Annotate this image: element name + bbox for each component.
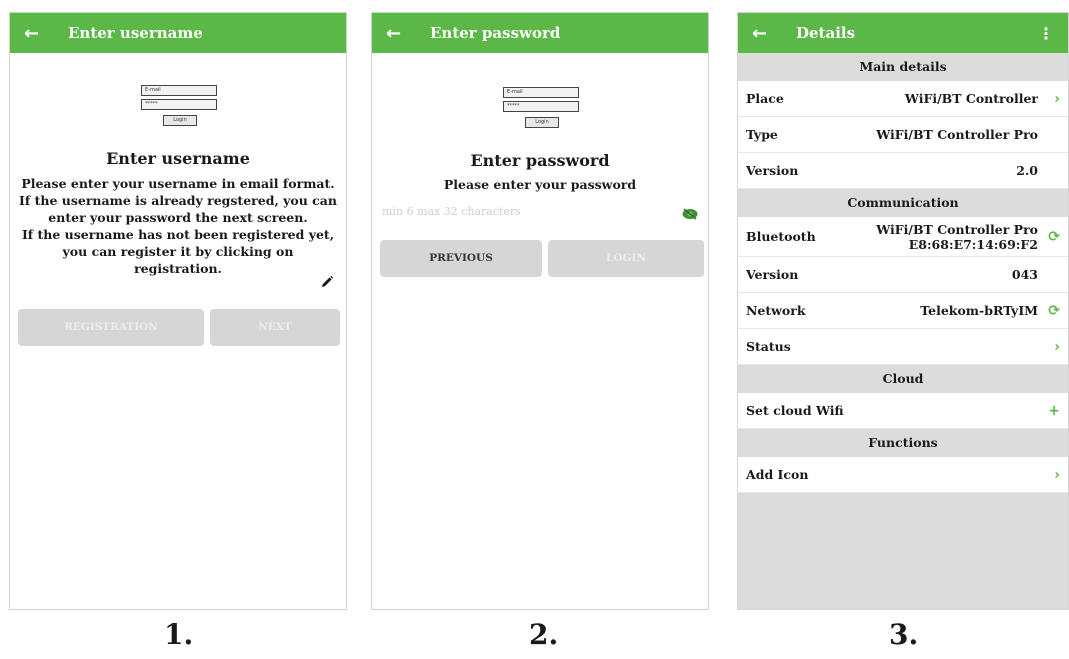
instructions-text: Please enter your username in email form… <box>18 175 338 277</box>
caption-2: 2. <box>529 618 559 651</box>
bluetooth-device-name: WiFi/BT Controller Pro <box>876 221 1038 237</box>
row-label: Version <box>746 267 799 282</box>
app-bar: ← Enter username <box>10 13 346 53</box>
caption-3: 3. <box>889 618 919 651</box>
row-label: Network <box>746 303 806 318</box>
instruction-line: Please enter your username in email form… <box>21 176 335 191</box>
arrow-left-icon[interactable]: ← <box>752 23 796 44</box>
password-field[interactable]: min 6 max 32 characters <box>382 205 682 225</box>
illustration-login-button: Login <box>163 115 197 126</box>
chevron-right-icon[interactable]: › <box>1038 467 1060 483</box>
chevron-right-icon[interactable]: › <box>1038 339 1060 355</box>
registration-button[interactable]: REGISTRATION <box>18 309 204 346</box>
login-illustration: E-mail ***** Login <box>501 87 581 131</box>
screen-details: ← Details ⋮ Main details Place WiFi/BT C… <box>737 12 1069 610</box>
previous-button[interactable]: PREVIOUS <box>380 240 542 277</box>
row-place[interactable]: Place WiFi/BT Controller › <box>738 81 1068 117</box>
app-bar: ← Enter password <box>372 13 708 53</box>
row-label: Version <box>746 163 799 178</box>
chevron-right-icon[interactable]: › <box>1038 91 1060 107</box>
caption-1: 1. <box>164 618 194 651</box>
section-header-functions: Functions <box>738 429 1068 457</box>
pencil-icon[interactable] <box>320 275 334 289</box>
row-network: Network Telekom-bRTyIM ⟳ <box>738 293 1068 329</box>
row-value: WiFi/BT Controller Pro E8:68:E7:14:69:F2 <box>876 222 1038 252</box>
login-button[interactable]: LOGIN <box>548 240 704 277</box>
refresh-icon[interactable]: ⟳ <box>1038 303 1060 319</box>
row-status[interactable]: Status › <box>738 329 1068 365</box>
row-bt-version: Version 043 <box>738 257 1068 293</box>
instruction-line: If the username has not been registered … <box>21 227 335 242</box>
login-illustration: E-mail ***** Login <box>139 85 219 129</box>
row-type: Type WiFi/BT Controller Pro <box>738 117 1068 153</box>
row-value: WiFi/BT Controller Pro <box>876 127 1038 142</box>
app-bar: ← Details ⋮ <box>738 13 1068 53</box>
section-header-main: Main details <box>738 53 1068 81</box>
illustration-email-field: E-mail <box>141 85 217 96</box>
row-label: Type <box>746 127 778 142</box>
illustration-login-button: Login <box>525 117 559 128</box>
row-value: WiFi/BT Controller <box>904 91 1038 106</box>
illustration-password-field: ***** <box>503 101 579 112</box>
row-label: Set cloud Wifi <box>746 403 844 418</box>
instruction-line: If the username is already regstered, yo… <box>19 193 337 208</box>
instruction-line: enter your password the next screen. <box>48 210 308 225</box>
screen-enter-password: ← Enter password E-mail ***** Login Ente… <box>371 12 709 610</box>
more-vert-icon[interactable]: ⋮ <box>1038 24 1054 43</box>
section-header-cloud: Cloud <box>738 365 1068 393</box>
section-header-communication: Communication <box>738 189 1068 217</box>
row-label: Status <box>746 339 791 354</box>
screen-enter-username: ← Enter username E-mail ***** Login Ente… <box>9 12 347 610</box>
illustration-email-field: E-mail <box>503 87 579 98</box>
eye-icon[interactable] <box>682 208 698 220</box>
row-label: Place <box>746 91 784 106</box>
instruction-line: you can register it by clicking on regis… <box>62 244 294 276</box>
next-button[interactable]: NEXT <box>210 309 340 346</box>
row-value: 2.0 <box>1016 163 1038 178</box>
row-value: 043 <box>1011 267 1038 282</box>
row-set-cloud-wifi[interactable]: Set cloud Wifi + <box>738 393 1068 429</box>
page-heading: Enter username <box>106 149 250 168</box>
refresh-icon[interactable]: ⟳ <box>1038 229 1060 245</box>
bluetooth-mac-address: E8:68:E7:14:69:F2 <box>908 236 1038 252</box>
page-subheading: Please enter your password <box>443 177 637 192</box>
row-label: Bluetooth <box>746 229 816 244</box>
row-version: Version 2.0 <box>738 153 1068 189</box>
app-bar-title: Enter password <box>430 24 561 42</box>
row-label: Add Icon <box>746 467 809 482</box>
row-bluetooth: Bluetooth WiFi/BT Controller Pro E8:68:E… <box>738 217 1068 257</box>
arrow-left-icon[interactable]: ← <box>386 23 430 44</box>
page-heading: Enter password <box>470 151 610 170</box>
illustration-password-field: ***** <box>141 99 217 110</box>
arrow-left-icon[interactable]: ← <box>24 23 68 44</box>
app-bar-title: Enter username <box>68 24 203 42</box>
row-add-icon[interactable]: Add Icon › <box>738 457 1068 493</box>
row-value: Telekom-bRTyIM <box>920 303 1038 318</box>
plus-icon[interactable]: + <box>1038 403 1060 419</box>
app-bar-title: Details <box>796 24 856 42</box>
